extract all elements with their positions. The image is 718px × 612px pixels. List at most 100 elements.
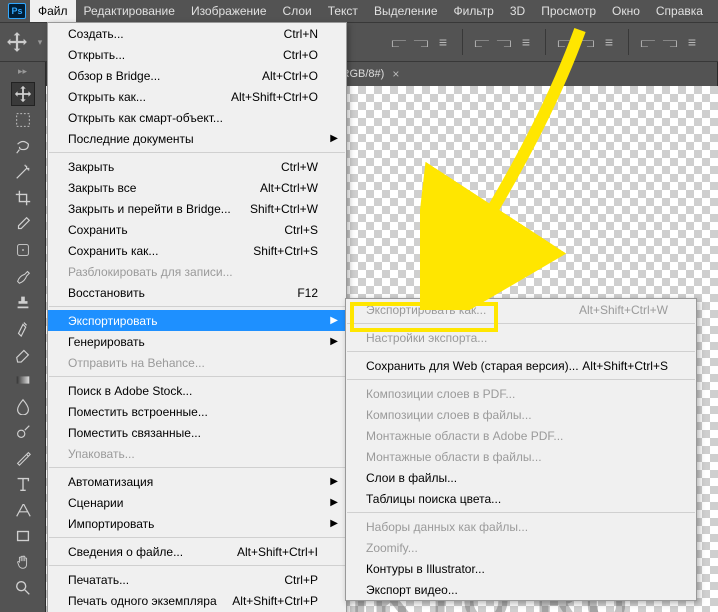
chevron-icon[interactable]: ▾ [34, 31, 46, 53]
menu-item[interactable]: Открыть как смарт-объект... [48, 107, 346, 128]
menu-item[interactable]: Контуры в Illustrator... [346, 558, 696, 579]
menu-shortcut: Alt+Shift+Ctrl+I [237, 545, 318, 559]
menu-shortcut: Alt+Ctrl+W [260, 181, 318, 195]
file-menu-dropdown: Создать...Ctrl+NОткрыть...Ctrl+OОбзор в … [47, 22, 347, 612]
menu-справка[interactable]: Справка [648, 0, 711, 22]
menu-item[interactable]: Экспорт видео... [346, 579, 696, 600]
menu-item[interactable]: Поиск в Adobe Stock... [48, 380, 346, 401]
align-icon[interactable]: ⫍ [472, 32, 492, 52]
menu-item[interactable]: Печать одного экземпляраAlt+Shift+Ctrl+P [48, 590, 346, 611]
menu-item[interactable]: Открыть...Ctrl+O [48, 44, 346, 65]
menu-item[interactable]: Таблицы поиска цвета... [346, 488, 696, 509]
align-icon[interactable]: ≡ [433, 32, 453, 52]
dodge-tool[interactable] [11, 420, 35, 444]
crop-tool[interactable] [11, 186, 35, 210]
menu-item-label: Сценарии [68, 496, 123, 510]
menu-слои[interactable]: Слои [275, 0, 320, 22]
type-tool[interactable] [11, 472, 35, 496]
rect-tool[interactable] [11, 524, 35, 548]
brush-tool[interactable] [11, 264, 35, 288]
menu-item[interactable]: ЗакрытьCtrl+W [48, 156, 346, 177]
gradient-tool[interactable] [11, 368, 35, 392]
menu-item[interactable]: Создать...Ctrl+N [48, 23, 346, 44]
distribute-icon[interactable]: ⫎ [660, 32, 680, 52]
menu-выделение[interactable]: Выделение [366, 0, 446, 22]
submenu-arrow-icon: ▶ [330, 518, 338, 529]
submenu-arrow-icon: ▶ [330, 133, 338, 144]
menu-item-label: Восстановить [68, 286, 145, 300]
menu-item[interactable]: Сценарии ▶ [48, 492, 346, 513]
menu-просмотр[interactable]: Просмотр [533, 0, 604, 22]
history-tool[interactable] [11, 316, 35, 340]
hand-tool[interactable] [11, 550, 35, 574]
menu-item[interactable]: Сведения о файле...Alt+Shift+Ctrl+I [48, 541, 346, 562]
menu-item[interactable]: Генерировать▶ [48, 331, 346, 352]
eraser-tool[interactable] [11, 342, 35, 366]
menu-item[interactable]: Закрыть и перейти в Bridge...Shift+Ctrl+… [48, 198, 346, 219]
align-icon[interactable]: ⫍ [389, 32, 409, 52]
menu-item[interactable]: ВосстановитьF12 [48, 282, 346, 303]
blur-tool[interactable] [11, 394, 35, 418]
distribute-icon[interactable]: ≡ [682, 32, 702, 52]
menu-item: Упаковать... [48, 443, 346, 464]
menu-item[interactable]: Экспортировать▶ [48, 310, 346, 331]
menu-shortcut: Alt+Shift+Ctrl+W [579, 303, 668, 317]
align-icon[interactable]: ≡ [516, 32, 536, 52]
lasso-tool[interactable] [11, 134, 35, 158]
menu-item-label: Печатать... [68, 573, 129, 587]
eyedrop-tool[interactable] [11, 212, 35, 236]
stamp-tool[interactable] [11, 290, 35, 314]
align-icon[interactable]: ⫎ [494, 32, 514, 52]
menu-item[interactable]: Открыть как...Alt+Shift+Ctrl+O [48, 86, 346, 107]
menu-файл[interactable]: Файл [30, 0, 76, 22]
menu-item[interactable]: Поместить встроенные... [48, 401, 346, 422]
menu-item[interactable]: Последние документы▶ [48, 128, 346, 149]
menu-item-label: Поместить связанные... [68, 426, 201, 440]
menu-окно[interactable]: Окно [604, 0, 648, 22]
menu-item[interactable]: Обзор в Bridge...Alt+Ctrl+O [48, 65, 346, 86]
menu-item[interactable]: Сохранить как...Shift+Ctrl+S [48, 240, 346, 261]
menu-item[interactable]: Сохранить для Web (старая версия)...Alt+… [346, 355, 696, 376]
distribute-icon[interactable]: ⫍ [638, 32, 658, 52]
menu-item[interactable]: Печатать...Ctrl+P [48, 569, 346, 590]
menu-item[interactable]: СохранитьCtrl+S [48, 219, 346, 240]
close-icon[interactable]: × [392, 67, 399, 81]
menu-separator [347, 351, 695, 352]
heal-tool[interactable] [11, 238, 35, 262]
submenu-arrow-icon: ▶ [330, 497, 338, 508]
menu-item[interactable]: Слои в файлы... [346, 467, 696, 488]
menu-3d[interactable]: 3D [502, 0, 533, 22]
menu-item-label: Экспортировать как... [366, 303, 486, 317]
menu-item[interactable]: Поместить связанные... [48, 422, 346, 443]
distribute-icon[interactable]: ⫍ [555, 32, 575, 52]
menu-item[interactable]: Закрыть всеAlt+Ctrl+W [48, 177, 346, 198]
menu-item-label: Zoomify... [366, 541, 418, 555]
menu-фильтр[interactable]: Фильтр [446, 0, 502, 22]
menu-separator [347, 323, 695, 324]
marquee-tool[interactable] [11, 108, 35, 132]
wand-tool[interactable] [11, 160, 35, 184]
menu-shortcut: Shift+Ctrl+S [253, 244, 318, 258]
menu-item-label: Закрыть [68, 160, 114, 174]
align-icon[interactable]: ⫎ [411, 32, 431, 52]
path-tool[interactable] [11, 498, 35, 522]
zoom-tool[interactable] [11, 576, 35, 600]
app-logo: Ps [4, 0, 30, 22]
distribute-icon[interactable]: ≡ [599, 32, 619, 52]
menu-item[interactable]: Импортировать ▶ [48, 513, 346, 534]
menu-item-label: Импортировать [68, 517, 154, 531]
move-tool[interactable] [11, 82, 35, 106]
menu-редактирование[interactable]: Редактирование [76, 0, 183, 22]
menu-separator [49, 306, 345, 307]
distribute-icon[interactable]: ⫎ [577, 32, 597, 52]
menu-item-label: Печать одного экземпляра [68, 594, 217, 608]
move-tool-icon[interactable] [6, 31, 28, 53]
menu-item[interactable]: Автоматизация▶ [48, 471, 346, 492]
menu-изображение[interactable]: Изображение [183, 0, 275, 22]
pen-tool[interactable] [11, 446, 35, 470]
menu-shortcut: Alt+Shift+Ctrl+O [231, 90, 318, 104]
toolbox-collapse[interactable]: ▸▸ [3, 66, 43, 76]
menu-separator [49, 537, 345, 538]
menu-текст[interactable]: Текст [320, 0, 366, 22]
submenu-arrow-icon: ▶ [330, 476, 338, 487]
